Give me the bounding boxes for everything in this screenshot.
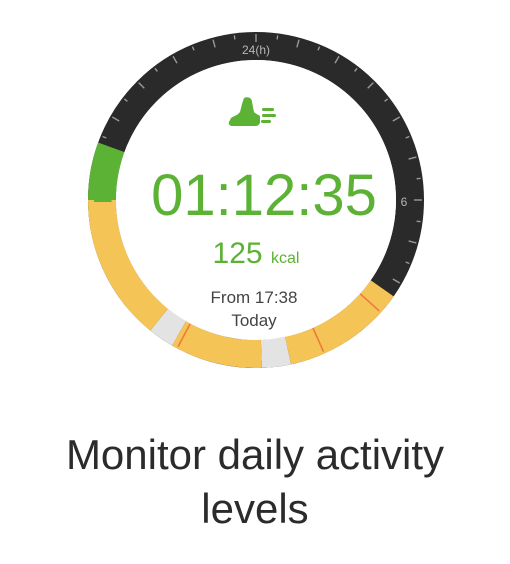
idle-segment-gray-2 <box>150 308 187 346</box>
start-time: From 17:38 <box>211 288 298 307</box>
bezel-tick <box>416 220 421 223</box>
bezel-tick <box>416 177 421 180</box>
bezel-label-6: 6 <box>401 195 408 209</box>
calories-value: 125 <box>213 237 263 270</box>
calories-unit: kcal <box>271 250 299 267</box>
day-label: Today <box>231 311 277 330</box>
feature-caption: Monitor daily activity levels <box>0 428 510 536</box>
bezel-label-24h: 24(h) <box>242 43 270 57</box>
caption-line-2: levels <box>201 485 309 532</box>
caption-line-1: Monitor daily activity <box>65 431 445 478</box>
idle-segment-gray-1 <box>260 336 291 368</box>
bezel-tick <box>276 35 279 40</box>
activity-duration: 01:12:35 <box>151 163 377 228</box>
bezel-tick <box>233 35 236 40</box>
watch-face-graphic: 24(h) 6 01:12:35 125 kcal From 17:38 Tod… <box>88 32 424 368</box>
watch-face: 24(h) 6 01:12:35 125 kcal From 17:38 Tod… <box>88 30 424 370</box>
